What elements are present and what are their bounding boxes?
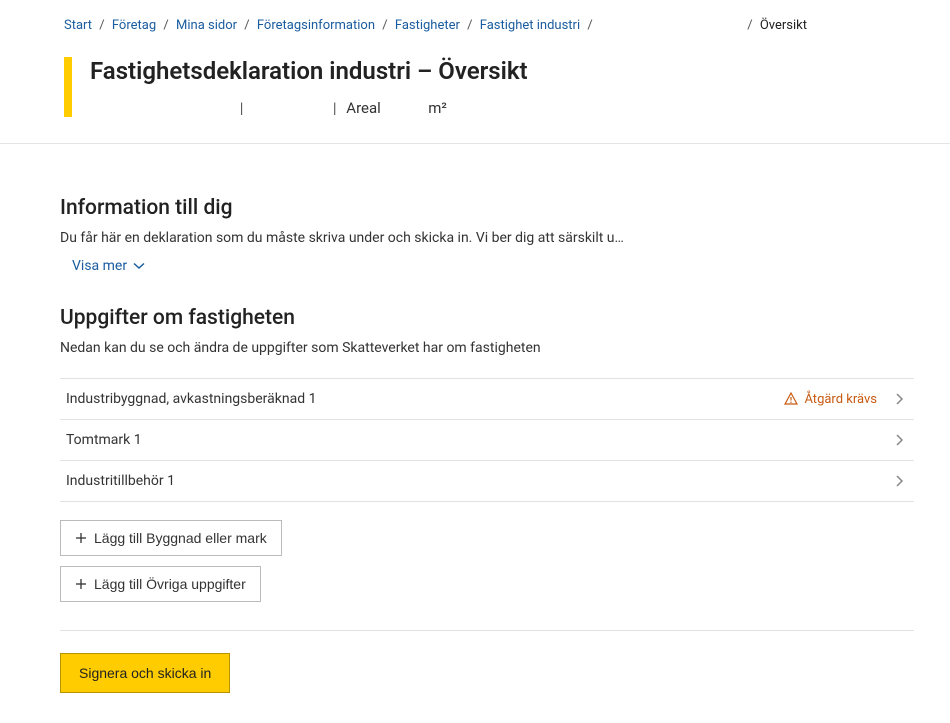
breadcrumb-sep: / bbox=[587, 18, 592, 33]
add-building-button[interactable]: Lägg till Byggnad eller mark bbox=[60, 520, 282, 556]
sign-and-submit-button[interactable]: Signera och skicka in bbox=[60, 653, 230, 693]
property-list: Industribyggnad, avkastningsberäknad 1 Å… bbox=[60, 378, 914, 502]
breadcrumb-sep: / bbox=[382, 18, 387, 33]
details-description: Nedan kan du se och ändra de uppgifter s… bbox=[60, 340, 914, 356]
breadcrumb-current: Översikt bbox=[760, 18, 807, 33]
breadcrumb-sep: / bbox=[747, 18, 752, 33]
chevron-down-icon bbox=[133, 262, 145, 270]
meta-areal-label: Areal bbox=[346, 99, 381, 117]
details-heading: Uppgifter om fastigheten bbox=[60, 306, 914, 330]
breadcrumb-link-foretag[interactable]: Företag bbox=[112, 18, 156, 33]
breadcrumb-link-minasidor[interactable]: Mina sidor bbox=[176, 18, 237, 33]
info-description: Du får här en deklaration som du måste s… bbox=[60, 230, 914, 246]
breadcrumb-link-foretagsinfo[interactable]: Företagsinformation bbox=[257, 18, 375, 33]
warning-icon bbox=[784, 392, 798, 406]
breadcrumb-sep: / bbox=[467, 18, 472, 33]
action-required-badge: Åtgärd krävs bbox=[784, 392, 877, 407]
info-section: Information till dig Du får här en dekla… bbox=[60, 196, 914, 276]
list-row-industritillbehor[interactable]: Industritillbehör 1 bbox=[60, 461, 914, 502]
list-item-label: Tomtmark 1 bbox=[66, 432, 142, 448]
badge-text: Åtgärd krävs bbox=[804, 392, 877, 407]
add-other-label: Lägg till Övriga uppgifter bbox=[94, 576, 246, 592]
accent-bar bbox=[64, 57, 72, 117]
add-other-button[interactable]: Lägg till Övriga uppgifter bbox=[60, 566, 261, 602]
list-row-industribyggnad[interactable]: Industribyggnad, avkastningsberäknad 1 Å… bbox=[60, 379, 914, 420]
breadcrumb-link-start[interactable]: Start bbox=[64, 18, 92, 33]
breadcrumb-sep: / bbox=[99, 18, 104, 33]
expand-info-button[interactable]: Visa mer bbox=[72, 256, 145, 276]
list-item-label: Industribyggnad, avkastningsberäknad 1 bbox=[66, 391, 316, 407]
expand-label: Visa mer bbox=[72, 258, 127, 274]
breadcrumb-link-fastighet-industri[interactable]: Fastighet industri bbox=[480, 18, 580, 33]
add-building-label: Lägg till Byggnad eller mark bbox=[94, 530, 267, 546]
page-header: Fastighetsdeklaration industri – Översik… bbox=[0, 57, 950, 143]
chevron-right-icon bbox=[895, 433, 904, 447]
details-section: Uppgifter om fastigheten Nedan kan du se… bbox=[60, 306, 914, 693]
list-row-tomtmark[interactable]: Tomtmark 1 bbox=[60, 420, 914, 461]
meta-unit: m² bbox=[428, 99, 447, 117]
breadcrumb-sep: / bbox=[163, 18, 168, 33]
info-heading: Information till dig bbox=[60, 196, 914, 220]
breadcrumb-link-fastigheter[interactable]: Fastigheter bbox=[395, 18, 460, 33]
chevron-right-icon bbox=[895, 474, 904, 488]
breadcrumb-sep: / bbox=[244, 18, 249, 33]
list-item-label: Industritillbehör 1 bbox=[66, 473, 175, 489]
plus-icon bbox=[75, 532, 87, 544]
breadcrumb: Start / Företag / Mina sidor / Företagsi… bbox=[0, 0, 950, 51]
page-title: Fastighetsdeklaration industri – Översik… bbox=[90, 57, 950, 85]
page-meta: | | Areal m² bbox=[90, 99, 950, 117]
chevron-right-icon bbox=[895, 392, 904, 406]
plus-icon bbox=[75, 578, 87, 590]
